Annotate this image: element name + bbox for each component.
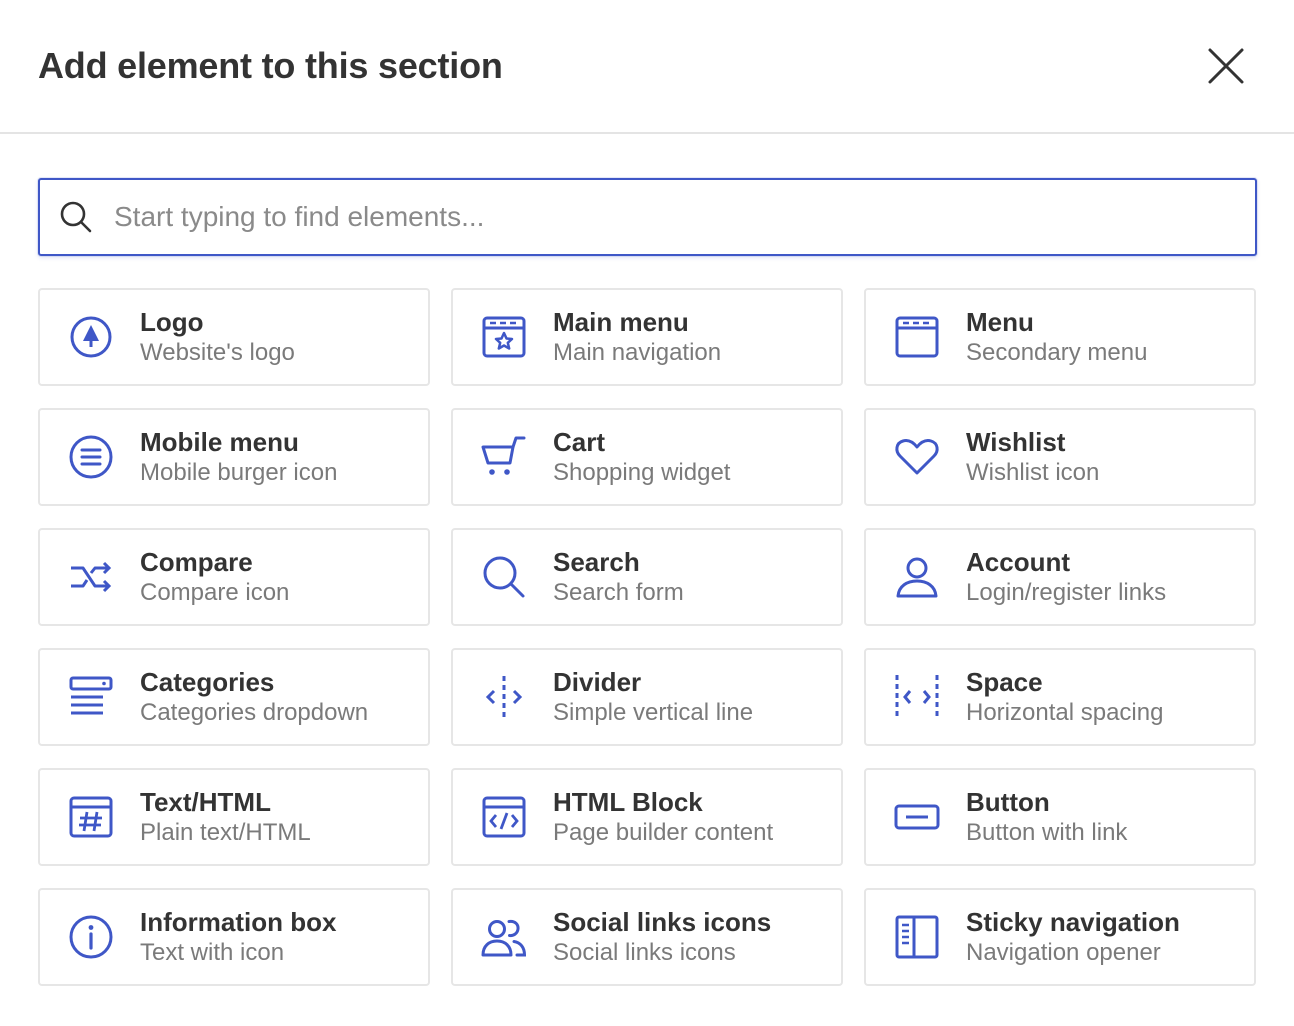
elements-grid: Logo Website's logo Main menu Main navig… [38, 288, 1256, 986]
element-description: Main navigation [553, 339, 722, 366]
search-input[interactable] [112, 186, 1255, 248]
element-description: Navigation opener [966, 939, 1161, 966]
element-name: HTML Block [553, 787, 703, 817]
element-description: Shopping widget [553, 459, 731, 486]
button-icon [893, 793, 941, 841]
element-name: Mobile menu [140, 427, 299, 457]
element-card-wishlist[interactable]: Wishlist Wishlist icon [864, 408, 1256, 506]
element-name: Cart [553, 427, 606, 457]
element-name: Information box [140, 907, 337, 937]
search-icon [60, 201, 92, 233]
element-description: Login/register links [966, 579, 1167, 606]
element-name: Menu [966, 307, 1034, 337]
heart-icon [893, 433, 941, 481]
element-name: Button [966, 787, 1050, 817]
element-card-search[interactable]: Search Search form [451, 528, 843, 626]
element-name: Compare [140, 547, 253, 577]
compare-icon [67, 553, 115, 601]
element-name: Divider [553, 667, 642, 697]
element-description: Text with icon [140, 939, 285, 966]
element-card-text-html[interactable]: Text/HTML Plain text/HTML [38, 768, 430, 866]
mobile-menu-icon [67, 433, 115, 481]
text-html-icon [67, 793, 115, 841]
element-description: Social links icons [553, 939, 736, 966]
close-button[interactable] [1206, 46, 1246, 86]
divider-icon [480, 673, 528, 721]
element-description: Secondary menu [966, 339, 1148, 366]
element-name: Logo [140, 307, 204, 337]
element-description: Search form [553, 579, 684, 606]
close-icon [1208, 48, 1244, 84]
element-description: Button with link [966, 819, 1128, 846]
element-name: Sticky navigation [966, 907, 1180, 937]
element-name: Space [966, 667, 1043, 697]
search-icon [480, 553, 528, 601]
social-icon [480, 913, 528, 961]
element-description: Website's logo [140, 339, 295, 366]
element-name: Search [553, 547, 640, 577]
element-card-mobile-menu[interactable]: Mobile menu Mobile burger icon [38, 408, 430, 506]
element-card-social-links[interactable]: Social links icons Social links icons [451, 888, 843, 986]
categories-icon [67, 673, 115, 721]
cart-icon [480, 433, 528, 481]
element-name: Text/HTML [140, 787, 271, 817]
element-name: Social links icons [553, 907, 772, 937]
element-card-categories[interactable]: Categories Categories dropdown [38, 648, 430, 746]
element-name: Wishlist [966, 427, 1066, 457]
element-card-menu[interactable]: Menu Secondary menu [864, 288, 1256, 386]
modal-title: Add element to this section [38, 45, 503, 86]
element-card-button[interactable]: Button Button with link [864, 768, 1256, 866]
space-icon [893, 673, 941, 721]
main-menu-icon [480, 313, 528, 361]
element-card-divider[interactable]: Divider Simple vertical line [451, 648, 843, 746]
element-description: Plain text/HTML [140, 819, 311, 846]
element-description: Compare icon [140, 579, 290, 606]
logo-icon [67, 313, 115, 361]
element-card-compare[interactable]: Compare Compare icon [38, 528, 430, 626]
info-icon [67, 913, 115, 961]
menu-icon [893, 313, 941, 361]
element-card-information-box[interactable]: Information box Text with icon [38, 888, 430, 986]
element-name: Main menu [553, 307, 689, 337]
sticky-nav-icon [893, 913, 941, 961]
element-description: Page builder content [553, 819, 774, 846]
element-description: Horizontal spacing [966, 699, 1164, 726]
element-description: Mobile burger icon [140, 459, 338, 486]
element-card-html-block[interactable]: HTML Block Page builder content [451, 768, 843, 866]
element-card-sticky-navigation[interactable]: Sticky navigation Navigation opener [864, 888, 1256, 986]
element-card-logo[interactable]: Logo Website's logo [38, 288, 430, 386]
element-card-account[interactable]: Account Login/register links [864, 528, 1256, 626]
element-card-space[interactable]: Space Horizontal spacing [864, 648, 1256, 746]
modal-header: Add element to this section [0, 0, 1294, 134]
html-block-icon [480, 793, 528, 841]
element-card-main-menu[interactable]: Main menu Main navigation [451, 288, 843, 386]
element-card-cart[interactable]: Cart Shopping widget [451, 408, 843, 506]
account-icon [893, 553, 941, 601]
search-box[interactable] [38, 178, 1257, 256]
element-name: Account [966, 547, 1070, 577]
element-description: Simple vertical line [553, 699, 754, 726]
element-description: Wishlist icon [966, 459, 1100, 486]
element-description: Categories dropdown [140, 699, 369, 726]
element-name: Categories [140, 667, 275, 697]
